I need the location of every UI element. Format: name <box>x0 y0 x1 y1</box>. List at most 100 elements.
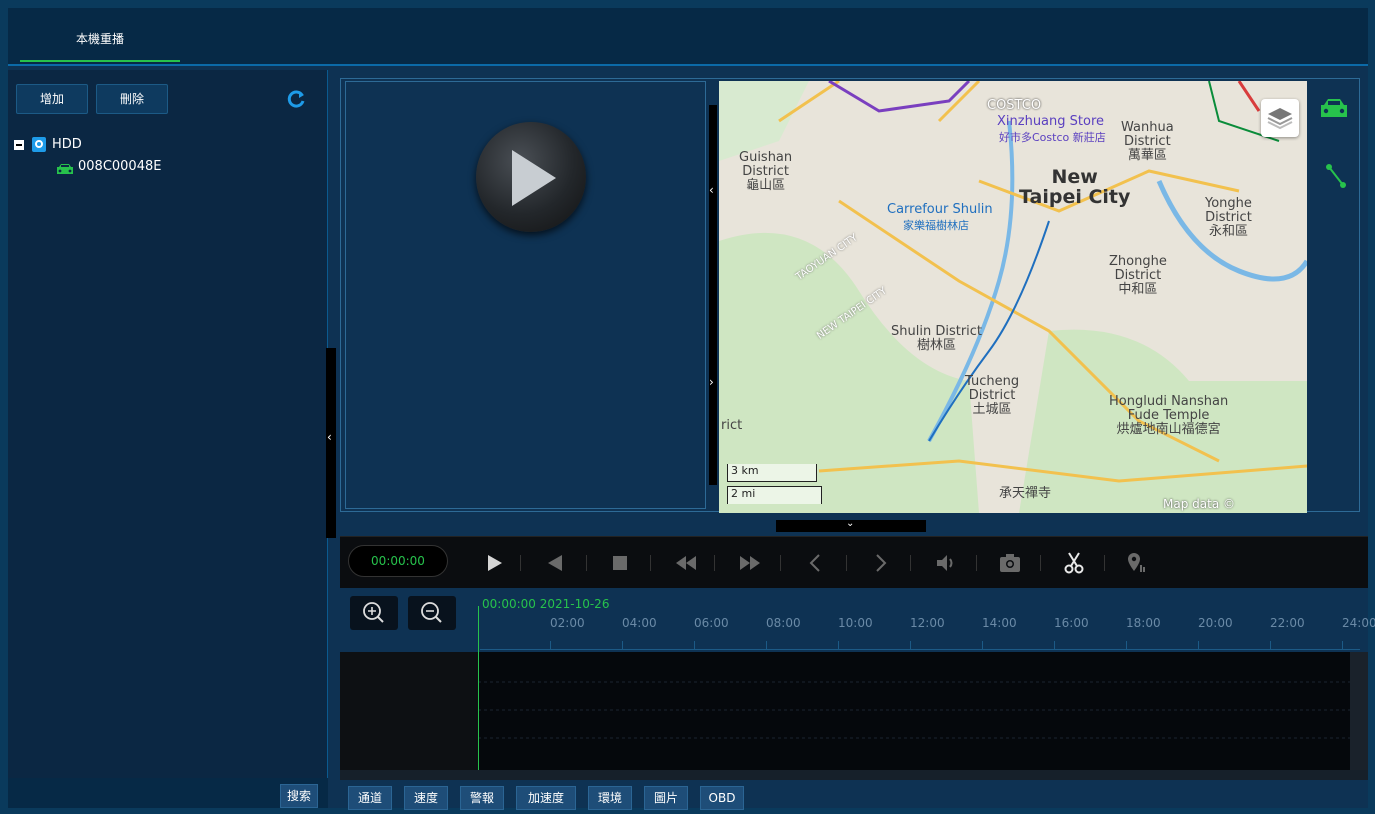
fast-forward-icon[interactable] <box>738 551 762 575</box>
map-label-carrefour: Carrefour Shulin <box>887 202 993 217</box>
timeline-hour-tick <box>622 641 623 649</box>
play-large-icon[interactable] <box>476 122 586 232</box>
divider <box>846 555 847 571</box>
timeline-hour-tick <box>550 641 551 649</box>
rewind-icon[interactable] <box>674 551 698 575</box>
chevron-down-icon: ⌄ <box>846 518 855 529</box>
vehicle-track-icon[interactable] <box>1319 97 1349 124</box>
timeline-hscrollbar[interactable] <box>340 770 1368 780</box>
divider <box>910 555 911 571</box>
play-icon[interactable] <box>482 551 506 575</box>
map-label-shulin: Shulin District 樹林區 <box>891 324 983 353</box>
timeline-hour-tick <box>1126 641 1127 649</box>
timeline: 00:00:00 2021-10-26 02:00 04:00 06:00 08:00… <box>340 590 1375 780</box>
map-label-carrefour-zh: 家樂福樹林店 <box>903 219 969 232</box>
map-label-new-taipei: New Taipei City <box>1019 166 1131 208</box>
tab-bar: 本機重播 <box>8 8 1368 66</box>
timeline-hour-tick <box>982 641 983 649</box>
timeline-hour-tick <box>1198 641 1199 649</box>
map-label-zhonghe: Zhonghe District 中和區 <box>1109 254 1167 297</box>
divider <box>1104 555 1105 571</box>
timeline-hour-tick <box>1054 641 1055 649</box>
map-splitter[interactable]: ‹ › <box>709 105 717 485</box>
timeline-hour-label: 10:00 <box>838 616 873 630</box>
current-time: 00:00:00 <box>348 545 448 577</box>
zoom-in-button[interactable] <box>350 596 398 630</box>
scale-km: 3 km <box>727 464 817 482</box>
data-tab-button[interactable]: 環境 <box>588 786 632 810</box>
timeline-hour-label: 12:00 <box>910 616 945 630</box>
timeline-hour-tick <box>838 641 839 649</box>
timeline-date: 00:00:00 2021-10-26 <box>482 597 610 611</box>
timeline-hour-label: 06:00 <box>694 616 729 630</box>
delete-button[interactable]: 刪除 <box>96 84 168 114</box>
map-label-wanhua: Wanhua District 萬華區 <box>1121 120 1174 163</box>
divider <box>650 555 651 571</box>
layers-icon <box>1267 108 1293 130</box>
map-canvas <box>719 81 1307 513</box>
tab-local-playback[interactable]: 本機重播 <box>20 24 180 62</box>
timeline-hour-tick <box>694 641 695 649</box>
timeline-hour-label: 04:00 <box>622 616 657 630</box>
next-frame-icon[interactable] <box>868 551 892 575</box>
data-tab-button[interactable]: 加速度 <box>516 786 576 810</box>
clip-scissors-icon[interactable] <box>1062 551 1086 575</box>
timeline-track[interactable] <box>340 652 1368 770</box>
zoom-out-icon <box>421 602 442 623</box>
zoom-out-button[interactable] <box>408 596 456 630</box>
map-layers-button[interactable] <box>1261 99 1299 137</box>
data-tab-button[interactable]: 速度 <box>404 786 448 810</box>
hdd-icon <box>32 137 46 152</box>
zoom-in-icon <box>363 602 384 623</box>
stop-icon[interactable] <box>608 551 632 575</box>
divider <box>714 555 715 571</box>
divider <box>586 555 587 571</box>
divider <box>780 555 781 571</box>
timeline-hour-tick <box>766 641 767 649</box>
timeline-hour-label: 02:00 <box>550 616 585 630</box>
collapse-toggle-icon[interactable] <box>14 140 24 150</box>
timeline-vscrollbar[interactable] <box>1350 652 1368 770</box>
map-attribution: Map data © <box>1163 497 1235 511</box>
map-view[interactable]: COSTCO Xinzhuang Store 好市多Costco 新莊店 Gui… <box>719 81 1307 513</box>
chevron-left-icon: ‹ <box>327 430 332 444</box>
timeline-cursor[interactable] <box>478 606 479 770</box>
left-footer: 搜索 <box>8 778 328 808</box>
data-tab-button[interactable]: 警報 <box>460 786 504 810</box>
timeline-collapse-handle[interactable]: ⌄ <box>776 518 926 532</box>
map-scale: 3 km 2 mi <box>727 464 822 510</box>
refresh-icon[interactable] <box>286 88 306 110</box>
video-player[interactable] <box>345 81 706 509</box>
route-icon[interactable] <box>1325 163 1347 192</box>
data-tab-button[interactable]: OBD <box>700 786 744 810</box>
device-tree: HDD 008C00048E <box>14 134 314 178</box>
add-button[interactable]: 增加 <box>16 84 88 114</box>
map-label-yonghe: Yonghe District 永和區 <box>1205 196 1252 239</box>
map-label-guishan: Guishan District 龜山區 <box>739 150 793 193</box>
data-type-buttons: 通道 速度 警報 加速度 環境 圖片 OBD <box>340 784 1368 814</box>
snapshot-icon[interactable] <box>998 551 1022 575</box>
tree-label-hdd: HDD <box>52 137 82 152</box>
map-side-toolbar <box>1311 79 1361 513</box>
data-tab-button[interactable]: 圖片 <box>644 786 688 810</box>
reverse-play-icon[interactable] <box>544 551 568 575</box>
tree-node-device[interactable]: 008C00048E <box>14 156 314 178</box>
volume-icon[interactable] <box>934 551 958 575</box>
timeline-hour-tick <box>910 641 911 649</box>
timeline-hour-label: 14:00 <box>982 616 1017 630</box>
data-tab-button[interactable]: 通道 <box>348 786 392 810</box>
tree-node-hdd[interactable]: HDD <box>14 134 314 156</box>
timeline-header: 00:00:00 2021-10-26 02:00 04:00 06:00 08:00… <box>340 590 1375 652</box>
timeline-hour-ruler[interactable]: 02:00 04:00 06:00 08:00 10:00 12:00 14:00 16:00… <box>480 612 1375 650</box>
divider <box>520 555 521 571</box>
timeline-hour-label: 08:00 <box>766 616 801 630</box>
previous-frame-icon[interactable] <box>804 551 828 575</box>
vehicle-icon <box>56 161 74 183</box>
location-pin-icon[interactable] <box>1124 551 1148 575</box>
map-label-xinzhuang-zh: 好市多Costco 新莊店 <box>999 131 1106 144</box>
search-button[interactable]: 搜索 <box>280 784 318 808</box>
left-panel-collapse-handle[interactable]: ‹ <box>326 348 336 538</box>
scale-mi: 2 mi <box>727 486 822 504</box>
chevron-right-icon: › <box>709 375 714 389</box>
divider <box>1040 555 1041 571</box>
